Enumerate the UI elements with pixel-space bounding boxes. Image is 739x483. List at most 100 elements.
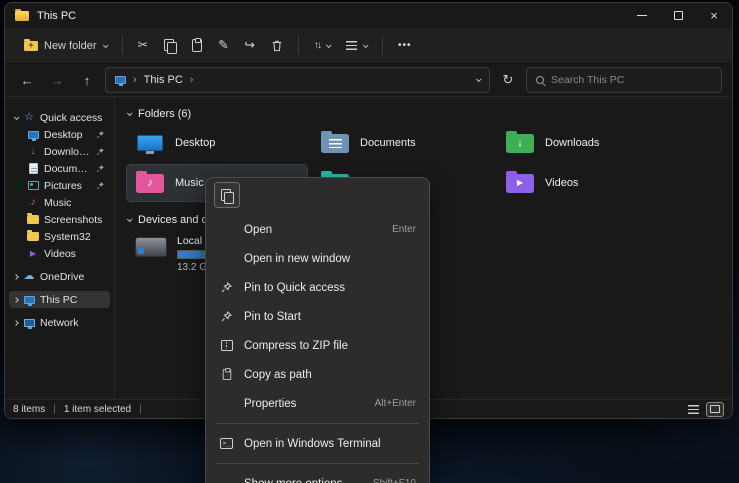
sort-icon: ↑↓ <box>314 41 320 51</box>
pin-icon <box>96 130 105 139</box>
sidebar-item-system32[interactable]: System32 <box>9 228 110 245</box>
toolbar-separator <box>382 37 383 55</box>
folder-tile-videos[interactable]: ▶ Videos <box>497 165 677 201</box>
chevron-down-icon[interactable] <box>127 110 133 116</box>
this-pc-icon <box>115 76 126 84</box>
menu-item-pin-start[interactable]: Pin to Start <box>211 302 424 331</box>
navigation-pane: ☆ Quick access Desktop ↓ Downloads Docum… <box>5 97 115 399</box>
monitor-icon <box>28 131 39 139</box>
status-divider: | <box>139 404 142 415</box>
sort-button[interactable]: ↑↓ <box>307 32 337 59</box>
details-view-icon <box>688 405 699 414</box>
folder-tile-documents[interactable]: Documents <box>312 125 492 161</box>
back-button[interactable]: ← <box>15 68 39 92</box>
new-window-icon <box>219 251 234 266</box>
minimize-button[interactable] <box>624 3 660 28</box>
copy-button[interactable] <box>214 182 240 208</box>
sidebar-item-screenshots[interactable]: Screenshots <box>9 211 110 228</box>
see-more-button[interactable]: ••• <box>391 32 419 59</box>
pin-icon <box>220 310 233 323</box>
menu-item-copy-as-path[interactable]: Copy as path <box>211 360 424 389</box>
maximize-button[interactable] <box>660 3 696 28</box>
sidebar-item-quick-access[interactable]: ☆ Quick access <box>9 109 110 126</box>
context-menu: Open Enter Open in new window Pin to Qui… <box>205 177 430 483</box>
up-button[interactable]: ↑ <box>75 68 99 92</box>
delete-button[interactable] <box>264 32 290 59</box>
menu-item-show-more-options[interactable]: Show more options Shift+F10 <box>211 469 424 483</box>
selected-count: 1 item selected <box>64 404 131 415</box>
copy-button[interactable] <box>157 32 183 59</box>
pin-icon <box>96 147 105 156</box>
menu-item-open-new-window[interactable]: Open in new window <box>211 244 424 273</box>
sidebar-item-music[interactable]: ♪ Music <box>9 194 110 211</box>
details-view-button[interactable] <box>684 402 702 417</box>
large-thumbnails-view-button[interactable] <box>706 402 724 417</box>
chevron-right-icon[interactable] <box>13 274 19 280</box>
refresh-icon: ↻ <box>503 72 514 88</box>
forward-button[interactable]: → <box>45 68 69 92</box>
cut-button[interactable]: ✂ <box>131 32 155 59</box>
minimize-icon <box>637 15 647 16</box>
title-bar[interactable]: This PC × <box>5 3 732 28</box>
folder-icon <box>27 232 39 241</box>
sidebar-item-documents[interactable]: Documents <box>9 160 110 177</box>
address-dropdown-icon[interactable] <box>476 76 482 82</box>
share-button[interactable]: ↪ <box>238 32 262 59</box>
menu-item-properties[interactable]: Properties Alt+Enter <box>211 389 424 418</box>
pin-icon <box>220 281 233 294</box>
sidebar-item-this-pc[interactable]: This PC <box>9 291 110 308</box>
chevron-right-icon[interactable] <box>13 297 19 303</box>
download-icon: ↓ <box>27 147 39 157</box>
chevron-down-icon[interactable] <box>127 216 133 222</box>
new-folder-button[interactable]: + New folder <box>17 32 114 59</box>
breadcrumb-separator: › <box>133 74 137 86</box>
new-folder-icon: + <box>24 41 38 51</box>
window-title: This PC <box>37 10 76 22</box>
view-icon <box>346 41 357 50</box>
folders-section-header[interactable]: Folders (6) <box>127 105 732 123</box>
pin-icon <box>96 164 105 173</box>
toolbar-separator <box>122 37 123 55</box>
terminal-icon: >_ <box>220 438 233 449</box>
copy-icon <box>164 39 176 52</box>
cut-icon: ✂ <box>138 39 148 52</box>
rename-button[interactable]: ✎ <box>211 32 235 59</box>
onedrive-cloud-icon: ☁ <box>23 271 35 282</box>
folder-tile-desktop[interactable]: Desktop <box>127 125 307 161</box>
videos-folder-icon: ▶ <box>506 174 534 193</box>
sidebar-item-pictures[interactable]: Pictures <box>9 177 110 194</box>
zip-icon <box>221 340 233 351</box>
document-icon <box>29 163 38 174</box>
picture-icon <box>28 181 39 190</box>
downloads-folder-icon: ↓ <box>506 134 534 153</box>
folders-section-title: Folders (6) <box>138 108 191 120</box>
sidebar-item-downloads[interactable]: ↓ Downloads <box>9 143 110 160</box>
address-bar[interactable]: › This PC › <box>105 67 490 93</box>
network-icon <box>24 319 35 327</box>
menu-item-pin-quick-access[interactable]: Pin to Quick access <box>211 273 424 302</box>
refresh-button[interactable]: ↻ <box>496 68 520 92</box>
breadcrumb-this-pc[interactable]: This PC <box>144 74 183 86</box>
view-button[interactable] <box>339 32 374 59</box>
rename-icon: ✎ <box>218 39 228 52</box>
open-icon <box>219 222 234 237</box>
menu-item-compress-zip[interactable]: Compress to ZIP file <box>211 331 424 360</box>
close-button[interactable]: × <box>696 3 732 28</box>
search-box[interactable] <box>526 67 722 93</box>
folder-tile-downloads[interactable]: ↓ Downloads <box>497 125 677 161</box>
sidebar-item-onedrive[interactable]: ☁ OneDrive <box>9 268 110 285</box>
paste-button[interactable] <box>185 32 209 59</box>
address-bar-row: ← → ↑ › This PC › ↻ <box>5 64 732 97</box>
sidebar-item-network[interactable]: Network <box>9 314 110 331</box>
chevron-down-icon[interactable] <box>14 114 20 120</box>
sidebar-item-videos[interactable]: ▶ Videos <box>9 245 110 262</box>
desktop-icon <box>137 135 163 151</box>
close-icon: × <box>710 8 718 23</box>
menu-item-open[interactable]: Open Enter <box>211 215 424 244</box>
search-input[interactable] <box>551 74 712 86</box>
item-count: 8 items <box>13 404 45 415</box>
sidebar-item-desktop[interactable]: Desktop <box>9 126 110 143</box>
menu-item-open-windows-terminal[interactable]: >_ Open in Windows Terminal <box>211 429 424 458</box>
back-icon: ← <box>21 73 34 88</box>
chevron-right-icon[interactable] <box>13 320 19 326</box>
